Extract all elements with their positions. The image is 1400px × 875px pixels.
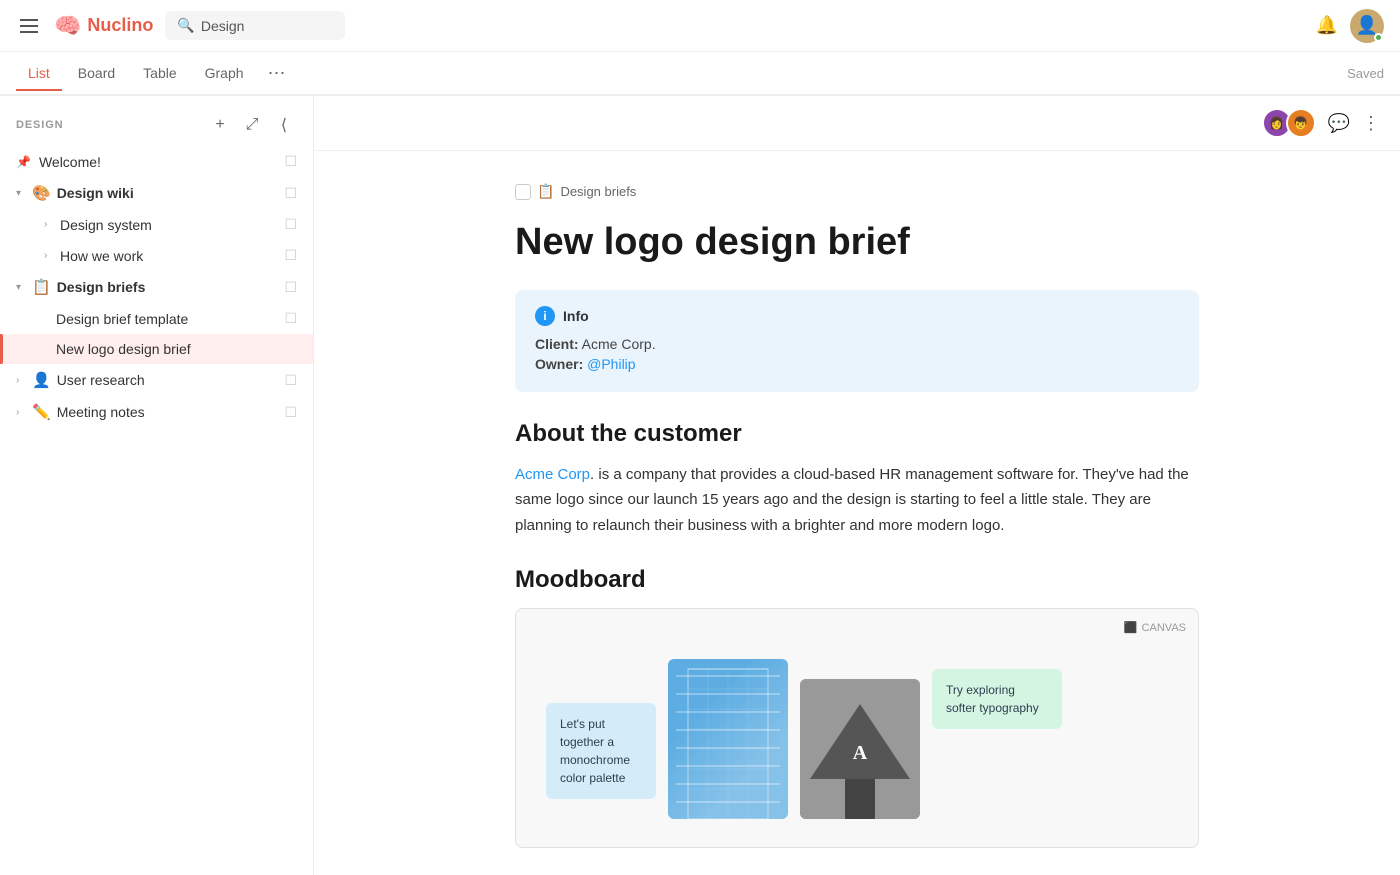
chevron-right-icon: › bbox=[16, 375, 28, 386]
info-box-title: Info bbox=[563, 308, 589, 324]
sidebar-item-label: Meeting notes bbox=[57, 404, 285, 420]
collapse-sidebar-button[interactable]: ⟨ bbox=[271, 112, 297, 138]
sidebar-item-welcome[interactable]: 📌 Welcome! ☐ bbox=[0, 146, 313, 177]
logo-text: Nuclino bbox=[87, 15, 153, 36]
hamburger-menu[interactable] bbox=[16, 15, 42, 37]
sidebar-item-label: Welcome! bbox=[39, 154, 284, 170]
sidebar-header: DESIGN + ⤢ ⟨ bbox=[0, 104, 313, 146]
info-client-row: Client: Acme Corp. bbox=[535, 336, 1179, 352]
user-research-emoji: 👤 bbox=[32, 371, 51, 389]
chevron-down-icon: ▾ bbox=[16, 282, 28, 293]
logo-icon: 🧠 bbox=[54, 13, 81, 39]
breadcrumb: 📋 Design briefs bbox=[515, 183, 1199, 200]
chevron-right-icon: › bbox=[44, 219, 56, 230]
sidebar-item-design-briefs[interactable]: ▾ 📋 Design briefs ☐ bbox=[0, 271, 313, 303]
chevron-right-icon: › bbox=[44, 250, 56, 261]
tab-graph[interactable]: Graph bbox=[193, 57, 256, 91]
sidebar-item-label: Design brief template bbox=[56, 311, 284, 327]
info-icon: i bbox=[535, 306, 555, 326]
search-placeholder: Design bbox=[201, 18, 245, 34]
svg-text:A: A bbox=[853, 742, 868, 764]
search-icon: 🔍 bbox=[177, 17, 194, 34]
moodboard-heading: Moodboard bbox=[515, 566, 1199, 594]
acme-corp-link: Acme Corp bbox=[515, 466, 590, 483]
tab-board[interactable]: Board bbox=[66, 57, 127, 91]
item-checkbox-icon: ☐ bbox=[284, 279, 297, 296]
sidebar-item-label: Design system bbox=[60, 217, 284, 233]
item-checkbox-icon: ☐ bbox=[284, 310, 297, 327]
main-layout: DESIGN + ⤢ ⟨ 📌 Welcome! ☐ ▾ 🎨 Design wik… bbox=[0, 96, 1400, 875]
document-content: 📋 Design briefs New logo design brief i … bbox=[467, 151, 1247, 875]
top-nav: 🧠 Nuclino 🔍 Design 🔔 👤 bbox=[0, 0, 1400, 52]
sidebar-item-label: User research bbox=[57, 372, 285, 388]
sticky-note-2-text: Try exploring softer typography bbox=[946, 683, 1039, 715]
sidebar-item-meeting-notes[interactable]: › ✏️ Meeting notes ☐ bbox=[0, 396, 313, 428]
design-wiki-emoji: 🎨 bbox=[32, 184, 51, 202]
architecture-svg: A bbox=[800, 679, 920, 819]
sidebar-item-user-research[interactable]: › 👤 User research ☐ bbox=[0, 364, 313, 396]
sidebar-item-design-wiki[interactable]: ▾ 🎨 Design wiki ☐ bbox=[0, 177, 313, 209]
sidebar-item-label: New logo design brief bbox=[56, 341, 297, 357]
saved-status: Saved bbox=[1347, 66, 1384, 81]
collaborator-avatars: 👩 👦 bbox=[1262, 108, 1316, 138]
building-svg bbox=[668, 659, 788, 819]
sidebar-item-label: Design briefs bbox=[57, 279, 285, 295]
sidebar-item-label: How we work bbox=[60, 248, 284, 264]
sidebar-actions: + ⤢ ⟨ bbox=[207, 112, 297, 138]
expand-sidebar-button[interactable]: ⤢ bbox=[239, 112, 265, 138]
sidebar: DESIGN + ⤢ ⟨ 📌 Welcome! ☐ ▾ 🎨 Design wik… bbox=[0, 96, 314, 875]
sidebar-item-new-logo-design-brief[interactable]: New logo design brief bbox=[0, 334, 313, 364]
sticky-note-2: Try exploring softer typography bbox=[932, 669, 1062, 729]
tab-table[interactable]: Table bbox=[131, 57, 188, 91]
item-checkbox-icon: ☐ bbox=[284, 185, 297, 202]
chevron-right-icon: › bbox=[16, 407, 28, 418]
search-bar[interactable]: 🔍 Design bbox=[165, 11, 345, 40]
breadcrumb-emoji: 📋 bbox=[537, 183, 554, 200]
chat-icon[interactable]: 💬 bbox=[1328, 113, 1350, 134]
info-box-header: i Info bbox=[535, 306, 1179, 326]
design-briefs-emoji: 📋 bbox=[32, 278, 51, 296]
sidebar-item-label: Design wiki bbox=[57, 185, 285, 201]
about-heading: About the customer bbox=[515, 420, 1199, 448]
content-toolbar: 👩 👦 💬 ⋮ bbox=[314, 96, 1400, 151]
breadcrumb-text[interactable]: Design briefs bbox=[560, 184, 636, 199]
about-paragraph: Acme Corp. is a company that provides a … bbox=[515, 462, 1199, 539]
item-checkbox-icon: ☐ bbox=[284, 153, 297, 170]
canvas-content: Let's put together a monochrome color pa… bbox=[516, 609, 1198, 839]
tab-list[interactable]: List bbox=[16, 57, 62, 91]
sidebar-section-title: DESIGN bbox=[16, 119, 63, 131]
content-area: 👩 👦 💬 ⋮ 📋 Design briefs New logo design … bbox=[314, 96, 1400, 875]
tab-bar: List Board Table Graph ⋯ Saved bbox=[0, 52, 1400, 96]
moodboard-canvas[interactable]: ⬛ CANVAS Let's put together a monochrome… bbox=[515, 608, 1199, 848]
item-checkbox-icon: ☐ bbox=[284, 404, 297, 421]
item-checkbox-icon: ☐ bbox=[284, 216, 297, 233]
building-image bbox=[668, 659, 788, 819]
sticky-note-1-text: Let's put together a monochrome color pa… bbox=[560, 717, 630, 785]
view-tabs: List Board Table Graph ⋯ bbox=[16, 57, 294, 89]
add-item-button[interactable]: + bbox=[207, 112, 233, 138]
collaborator-avatar-2: 👦 bbox=[1286, 108, 1316, 138]
user-avatar-wrapper[interactable]: 👤 bbox=[1350, 9, 1384, 43]
logo[interactable]: 🧠 Nuclino bbox=[54, 13, 153, 39]
document-more-button[interactable]: ⋮ bbox=[1362, 113, 1380, 134]
document-title: New logo design brief bbox=[515, 220, 1199, 266]
pin-icon: 📌 bbox=[16, 155, 31, 169]
item-checkbox-icon: ☐ bbox=[284, 372, 297, 389]
sidebar-item-design-system[interactable]: › Design system ☐ bbox=[0, 209, 313, 240]
architecture-image: A bbox=[800, 679, 920, 819]
online-status-dot bbox=[1374, 33, 1383, 42]
sidebar-item-how-we-work[interactable]: › How we work ☐ bbox=[0, 240, 313, 271]
tabs-more-button[interactable]: ⋯ bbox=[260, 59, 294, 88]
info-owner-row: Owner: @Philip bbox=[535, 356, 1179, 372]
item-checkbox-icon: ☐ bbox=[284, 247, 297, 264]
notifications-icon[interactable]: 🔔 bbox=[1316, 15, 1338, 36]
breadcrumb-checkbox[interactable] bbox=[515, 184, 531, 200]
info-box: i Info Client: Acme Corp. Owner: @Philip bbox=[515, 290, 1199, 392]
chevron-down-icon: ▾ bbox=[16, 188, 28, 199]
sticky-note-1: Let's put together a monochrome color pa… bbox=[546, 703, 656, 799]
sidebar-item-design-brief-template[interactable]: Design brief template ☐ bbox=[0, 303, 313, 334]
meeting-notes-emoji: ✏️ bbox=[32, 403, 51, 421]
